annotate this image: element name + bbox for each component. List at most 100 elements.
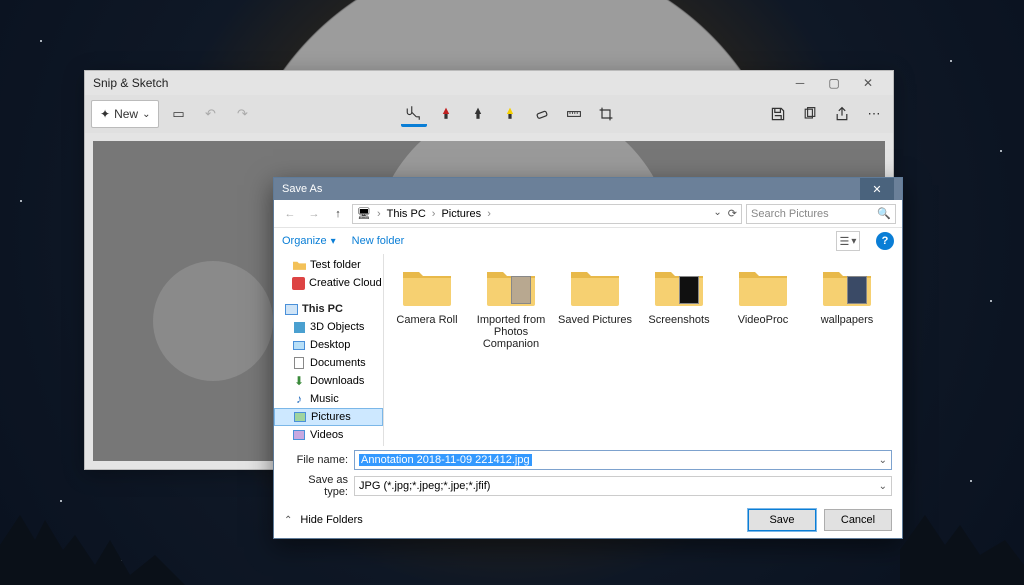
highlighter-icon (502, 106, 518, 122)
tree-item-label: Videos (310, 429, 343, 441)
tree-item[interactable]: ⬇Downloads (274, 372, 383, 390)
forward-button[interactable]: → (304, 204, 324, 224)
videos-icon (292, 428, 306, 442)
highlighter-button[interactable] (497, 101, 523, 127)
save-as-dialog: Save As ✕ ← → ↑ 🖥 › This PC › Pictures ›… (273, 177, 903, 539)
3d-icon (292, 320, 306, 334)
touch-writing-button[interactable] (401, 101, 427, 127)
chevron-down-icon[interactable]: ⌄ (879, 455, 887, 466)
filename-label: File name: (284, 454, 354, 466)
tree-item[interactable]: This PC (274, 300, 383, 318)
breadcrumb-root[interactable]: This PC (387, 208, 426, 220)
folder-icon (817, 262, 877, 310)
minimize-button[interactable]: ─ (783, 72, 817, 94)
copy-icon (802, 106, 818, 122)
delay-button[interactable]: ▭ (165, 101, 191, 127)
file-item-label: Screenshots (648, 314, 709, 326)
file-item[interactable]: Screenshots (640, 262, 718, 350)
save-as-titlebar[interactable]: Save As ✕ (274, 178, 902, 200)
nav-tree[interactable]: Test folder Creative Cloud Fil This PC 3D O… (274, 254, 384, 446)
back-button[interactable]: ← (280, 204, 300, 224)
tree-item[interactable]: ♪Music (274, 390, 383, 408)
snip-toolbar: ✦ New ⌄ ▭ ↶ ↷ (85, 95, 893, 133)
filename-input[interactable]: Annotation 2018-11-09 221412.jpg ⌄ (354, 450, 892, 470)
copy-button[interactable] (797, 101, 823, 127)
save-confirm-button[interactable]: Save (748, 509, 816, 531)
desktop-icon (292, 338, 306, 352)
folder-icon (292, 258, 306, 272)
chevron-down-icon: ▾ (331, 236, 336, 247)
docs-icon (292, 356, 306, 370)
downloads-icon: ⬇ (292, 374, 306, 388)
saveastype-select[interactable]: JPG (*.jpg;*.jpeg;*.jpe;*.jfif) ⌄ (354, 476, 892, 496)
file-item-label: Imported from Photos Companion (472, 314, 550, 350)
chevron-down-icon[interactable]: ⌄ (879, 481, 887, 492)
file-item[interactable]: wallpapers (808, 262, 886, 350)
ruler-icon (566, 106, 582, 122)
save-fields: File name: Annotation 2018-11-09 221412.… (274, 446, 902, 502)
file-list[interactable]: Camera RollImported from Photos Companio… (384, 254, 902, 446)
refresh-icon[interactable]: ⌄ ⟳ (713, 207, 737, 220)
crop-button[interactable] (593, 101, 619, 127)
tree-item[interactable]: 3D Objects (274, 318, 383, 336)
pc-icon: 🖥 (357, 207, 371, 220)
tree-item-label: Desktop (310, 339, 350, 351)
eraser-button[interactable] (529, 101, 555, 127)
new-label: New (114, 107, 138, 121)
filename-value: Annotation 2018-11-09 221412.jpg (359, 454, 532, 466)
snip-title: Snip & Sketch (93, 76, 168, 90)
new-folder-button[interactable]: New folder (352, 235, 405, 247)
snip-titlebar[interactable]: Snip & Sketch ─ ▢ ✕ (85, 71, 893, 95)
save-button[interactable] (765, 101, 791, 127)
dialog-close-button[interactable]: ✕ (860, 178, 894, 200)
tree-item-label: Test folder (310, 259, 361, 271)
tree-item-label: This PC (302, 303, 343, 315)
tree-item[interactable]: Documents (274, 354, 383, 372)
chevron-down-icon: ⌄ (142, 109, 150, 120)
chevron-up-icon[interactable]: ⌃ (284, 515, 292, 526)
hide-folders-link[interactable]: Hide Folders (300, 514, 362, 526)
cancel-button[interactable]: Cancel (824, 509, 892, 531)
search-input[interactable]: Search Pictures 🔍 (746, 204, 896, 224)
file-item[interactable]: Camera Roll (388, 262, 466, 350)
file-item[interactable]: Saved Pictures (556, 262, 634, 350)
new-snip-button[interactable]: ✦ New ⌄ (91, 100, 159, 128)
undo-button[interactable]: ↶ (197, 101, 223, 127)
save-icon (770, 106, 786, 122)
organize-menu[interactable]: Organize ▾ (282, 235, 336, 247)
folder-icon (397, 262, 457, 310)
maximize-button[interactable]: ▢ (817, 72, 851, 94)
folder-thumbnail (511, 276, 531, 304)
pencil-button[interactable] (465, 101, 491, 127)
tree-item-label: Creative Cloud Fil (309, 277, 384, 289)
dialog-toolbar: Organize ▾ New folder ☰▾ ? (274, 228, 902, 254)
chevron-right-icon: › (432, 208, 436, 220)
folder-icon (565, 262, 625, 310)
folder-thumbnail (679, 276, 699, 304)
ruler-button[interactable] (561, 101, 587, 127)
ballpoint-pen-button[interactable] (433, 101, 459, 127)
search-icon: 🔍 (877, 207, 891, 220)
redo-button[interactable]: ↷ (229, 101, 255, 127)
help-button[interactable]: ? (876, 232, 894, 250)
chevron-right-icon: › (377, 208, 381, 220)
file-item[interactable]: Imported from Photos Companion (472, 262, 550, 350)
close-button[interactable]: ✕ (851, 72, 885, 94)
dialog-footer: ⌃ Hide Folders Save Cancel (274, 502, 902, 538)
tree-item[interactable]: Pictures (274, 408, 383, 426)
tree-item[interactable]: Creative Cloud Fil (274, 274, 383, 292)
nav-bar: ← → ↑ 🖥 › This PC › Pictures › ⌄ ⟳ Searc… (274, 200, 902, 228)
tree-item[interactable]: Videos (274, 426, 383, 444)
tree-item[interactable]: Desktop (274, 336, 383, 354)
up-button[interactable]: ↑ (328, 204, 348, 224)
breadcrumb-folder[interactable]: Pictures (441, 208, 481, 220)
address-bar[interactable]: 🖥 › This PC › Pictures › ⌄ ⟳ (352, 204, 742, 224)
view-options-button[interactable]: ☰▾ (836, 231, 860, 251)
tree-item-label: Documents (310, 357, 366, 369)
tree-item[interactable]: Test folder (274, 256, 383, 274)
file-item[interactable]: VideoProc (724, 262, 802, 350)
share-button[interactable] (829, 101, 855, 127)
saveastype-value: JPG (*.jpg;*.jpeg;*.jpe;*.jfif) (359, 480, 490, 492)
more-button[interactable]: ⋯ (861, 101, 887, 127)
pictures-icon (293, 410, 307, 424)
